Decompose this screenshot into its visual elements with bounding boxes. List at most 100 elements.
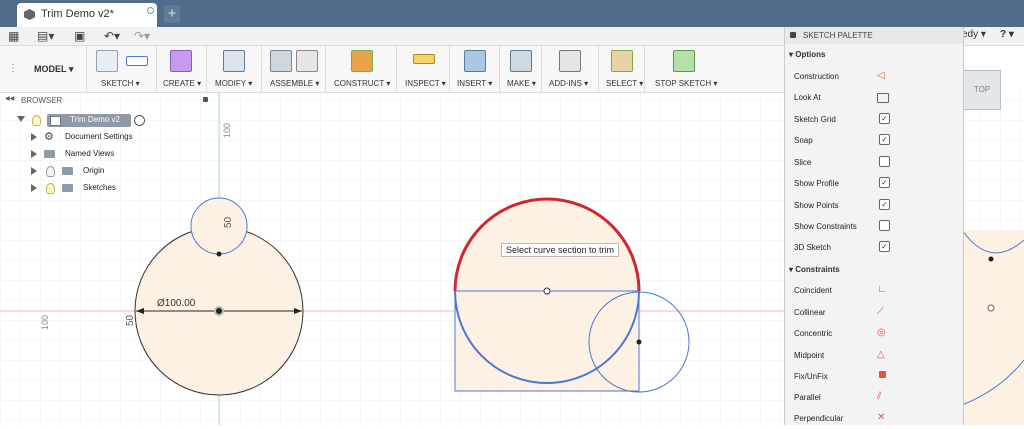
make-menu[interactable]: MAKE ▾ xyxy=(507,79,536,88)
right-point[interactable] xyxy=(988,256,994,262)
show-profile-checkbox[interactable]: ✓ xyxy=(879,177,890,188)
visibility-bulb-icon[interactable] xyxy=(32,115,41,126)
user-menu[interactable]: edy ▾ xyxy=(962,29,986,40)
expand-right-icon[interactable] xyxy=(31,184,37,192)
visibility-bulb-icon[interactable] xyxy=(46,166,55,177)
snap-checkbox[interactable]: ✓ xyxy=(879,134,890,145)
arc-center-point[interactable] xyxy=(543,287,551,295)
save-icon[interactable]: ▣ xyxy=(74,29,85,43)
collapse-icon[interactable]: ◀◀ xyxy=(5,95,14,102)
help-menu[interactable]: ? ▾ xyxy=(1000,29,1014,40)
center-point[interactable] xyxy=(216,308,222,314)
modify-menu[interactable]: MODIFY ▾ xyxy=(215,79,252,88)
file-menu-icon[interactable]: ▤▾ xyxy=(37,29,54,43)
constraint-fix-unfix[interactable]: Fix/UnFix xyxy=(785,366,963,387)
create-group[interactable]: CREATE ▾ xyxy=(157,46,207,92)
midpoint-icon[interactable]: △ xyxy=(877,349,889,361)
slice-checkbox[interactable] xyxy=(879,156,890,167)
stop-sketch-menu[interactable]: STOP SKETCH ▾ xyxy=(655,79,717,88)
joint-icon[interactable] xyxy=(296,50,318,72)
rectangle-tool-icon[interactable] xyxy=(126,56,148,66)
small-circle[interactable] xyxy=(190,197,248,255)
stop-sketch-group[interactable]: STOP SKETCH ▾ xyxy=(645,46,720,92)
option-sketch-grid[interactable]: Sketch Grid ✓ xyxy=(785,109,963,130)
constraint-parallel[interactable]: Parallel ⫽ xyxy=(785,387,963,408)
option-show-points[interactable]: Show Points ✓ xyxy=(785,195,963,216)
select-group[interactable]: SELECT ▾ xyxy=(599,46,645,92)
browser-item-origin[interactable]: Origin xyxy=(0,164,215,179)
intersection-point[interactable] xyxy=(636,339,642,345)
select-menu[interactable]: SELECT ▾ xyxy=(606,79,643,88)
expand-right-icon[interactable] xyxy=(31,167,37,175)
browser-header: ◀◀ BROWSER xyxy=(0,94,215,108)
sync-status-icon xyxy=(147,7,154,14)
view-cube[interactable]: TOP xyxy=(963,70,1001,110)
addins-group[interactable]: ADD-INS ▾ xyxy=(542,46,599,92)
perpendicular-icon[interactable]: ✕ xyxy=(877,412,889,424)
expand-down-icon[interactable] xyxy=(17,116,25,122)
top-circle-dimension[interactable]: 50 xyxy=(223,216,234,228)
browser-item-document-settings[interactable]: ⚙ Document Settings xyxy=(0,130,215,145)
browser-item-sketches[interactable]: Sketches xyxy=(0,181,215,196)
activate-radio-icon[interactable] xyxy=(134,115,145,126)
expand-right-icon[interactable] xyxy=(31,150,37,158)
look-at-icon[interactable] xyxy=(877,93,889,103)
3d-sketch-checkbox[interactable]: ✓ xyxy=(879,241,890,252)
new-tab-button[interactable]: + xyxy=(164,5,180,23)
expand-right-icon[interactable] xyxy=(31,133,37,141)
option-show-profile[interactable]: Show Profile ✓ xyxy=(785,173,963,194)
document-tab[interactable]: Trim Demo v2* ✕ xyxy=(17,3,171,27)
sketch-grid-checkbox[interactable]: ✓ xyxy=(879,113,890,124)
option-slice[interactable]: Slice xyxy=(785,152,963,173)
browser-item-root[interactable]: Trim Demo v2 xyxy=(0,113,215,128)
browser-item-named-views[interactable]: Named Views xyxy=(0,147,215,162)
constraint-coincident[interactable]: Coincident ∟ xyxy=(785,280,963,301)
addins-menu[interactable]: ADD-INS ▾ xyxy=(549,79,588,88)
create-menu[interactable]: CREATE ▾ xyxy=(163,79,201,88)
insert-menu[interactable]: INSERT ▾ xyxy=(457,79,492,88)
palette-pin-icon[interactable] xyxy=(790,32,796,38)
show-constraints-checkbox[interactable] xyxy=(879,220,890,231)
options-section-header[interactable]: ▾ Options xyxy=(789,50,825,59)
diameter-dimension[interactable]: Ø100.00 xyxy=(157,298,196,309)
option-3d-sketch[interactable]: 3D Sketch ✓ xyxy=(785,237,963,258)
construction-icon[interactable]: ◁ xyxy=(877,70,889,82)
make-group[interactable]: MAKE ▾ xyxy=(500,46,542,92)
constraints-section-header[interactable]: ▾ Constraints xyxy=(789,265,840,274)
left-radius-dimension[interactable]: 50 xyxy=(125,314,136,326)
fix-icon[interactable] xyxy=(879,371,886,378)
constraint-perpendicular[interactable]: Perpendicular ✕ xyxy=(785,408,963,429)
coincident-icon[interactable]: ∟ xyxy=(877,284,889,296)
option-show-constraints[interactable]: Show Constraints xyxy=(785,216,963,237)
right-partial-sketch[interactable] xyxy=(961,229,1024,425)
inspect-group[interactable]: INSPECT ▾ xyxy=(397,46,450,92)
constraint-concentric[interactable]: Concentric ◎ xyxy=(785,323,963,344)
sketch-menu[interactable]: SKETCH ▾ xyxy=(101,79,140,88)
option-look-at[interactable]: Look At xyxy=(785,87,963,108)
visibility-bulb-icon[interactable] xyxy=(46,183,55,194)
assemble-menu[interactable]: ASSEMBLE ▾ xyxy=(270,79,319,88)
workspace-switcher[interactable]: ⋮ MODEL ▾ xyxy=(0,46,87,92)
collinear-icon[interactable]: ⟋ xyxy=(877,306,889,318)
parallel-icon[interactable]: ⫽ xyxy=(877,391,889,403)
option-construction[interactable]: Construction ◁ xyxy=(785,66,963,87)
assemble-group[interactable]: ASSEMBLE ▾ xyxy=(262,46,326,92)
sketch-group[interactable]: SKETCH ▾ xyxy=(87,46,157,92)
modify-group[interactable]: MODIFY ▾ xyxy=(207,46,262,92)
constraint-midpoint[interactable]: Midpoint △ xyxy=(785,345,963,366)
option-snap[interactable]: Snap ✓ xyxy=(785,130,963,151)
tangent-point[interactable] xyxy=(216,251,222,257)
undo-icon[interactable]: ↶▾ xyxy=(104,29,120,43)
inspect-menu[interactable]: INSPECT ▾ xyxy=(405,79,446,88)
grid-menu-icon[interactable]: ▦ xyxy=(8,29,19,43)
constraint-collinear[interactable]: Collinear ⟋ xyxy=(785,302,963,323)
ruler-left-label: 100 xyxy=(40,315,50,330)
right-center-point[interactable] xyxy=(987,304,995,312)
insert-group[interactable]: INSERT ▾ xyxy=(450,46,500,92)
pin-icon[interactable] xyxy=(203,97,208,102)
construct-group[interactable]: CONSTRUCT ▾ xyxy=(326,46,397,92)
redo-icon[interactable]: ↷▾ xyxy=(134,29,150,43)
construct-menu[interactable]: CONSTRUCT ▾ xyxy=(334,79,390,88)
concentric-icon[interactable]: ◎ xyxy=(877,327,889,339)
show-points-checkbox[interactable]: ✓ xyxy=(879,199,890,210)
